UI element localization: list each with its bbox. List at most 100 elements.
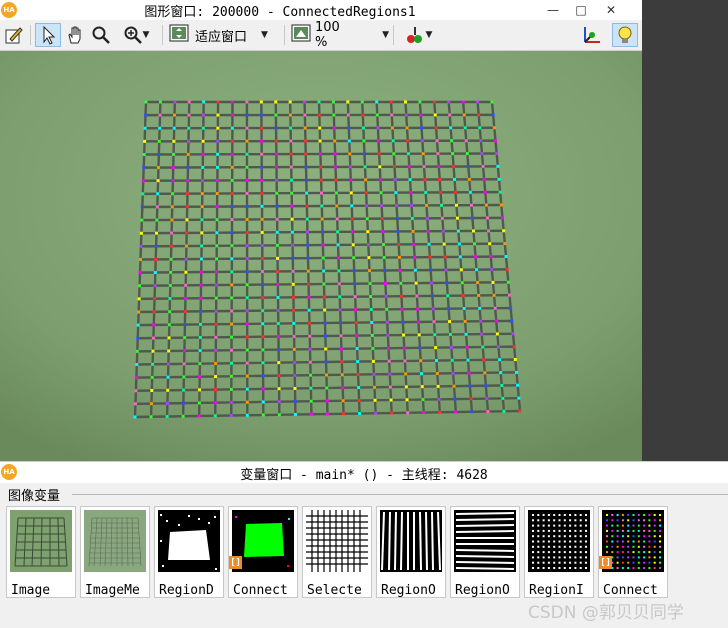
close-button[interactable]: ✕ [596, 0, 626, 20]
connected-region-point [324, 347, 328, 351]
connected-region-point [454, 410, 458, 414]
connected-region-point [383, 281, 387, 285]
connected-region-point [261, 400, 265, 404]
connected-region-point [504, 255, 508, 258]
color-palette-icon[interactable]: ▼ [398, 23, 438, 47]
thumbnail-dot [616, 545, 619, 548]
thumbnail-dot [537, 540, 540, 543]
fit-window-dropdown[interactable]: 适应窗口 ▼ [169, 23, 269, 47]
connected-region-point [479, 319, 483, 323]
connected-region-point [260, 230, 264, 234]
chevron-down-icon[interactable]: ▼ [261, 30, 268, 40]
thumbnail-dot [627, 535, 630, 538]
connected-region-point [366, 243, 370, 247]
magnifier-icon[interactable] [89, 23, 113, 47]
connected-region-point [166, 375, 170, 379]
axis-icon[interactable] [578, 23, 604, 47]
chevron-down-icon[interactable]: ▼ [382, 30, 389, 40]
connected-region-point [170, 231, 174, 235]
connected-region-point [275, 243, 279, 247]
thumbnail-dot [653, 529, 656, 532]
connected-region-point [152, 323, 156, 327]
connected-region-point [199, 309, 203, 313]
thumbnail-dot [637, 561, 640, 564]
thumbnail-dot [532, 551, 534, 554]
maximize-button[interactable]: □ [566, 0, 596, 20]
connected-region-point [305, 204, 309, 208]
zoom-percent-dropdown[interactable]: 100 % ▼ [291, 20, 389, 50]
connected-region-point [471, 229, 475, 233]
minimize-button[interactable]: — [538, 0, 568, 20]
zoom-in-icon[interactable]: ▼ [116, 23, 156, 47]
connected-region-point [499, 203, 503, 207]
connected-region-point [336, 230, 340, 234]
zoom-percent-label: 100 % [315, 20, 340, 50]
variable-thumbnail[interactable]: RegionD [154, 506, 224, 598]
chevron-down-icon[interactable]: ▼ [426, 30, 433, 40]
connected-region-point [229, 387, 233, 391]
connected-region-point [135, 349, 139, 353]
connected-region-point [380, 217, 384, 221]
connected-region-point [450, 139, 454, 143]
image-viewport[interactable] [0, 51, 642, 461]
connected-region-point [498, 358, 502, 362]
connected-region-point [215, 218, 219, 222]
connected-region-point [260, 165, 264, 169]
connected-region-point [158, 100, 162, 104]
thumbnail-dot [637, 524, 640, 527]
connected-region-point [230, 270, 234, 274]
connected-region-point [336, 243, 340, 247]
variable-thumbnail[interactable]: RegionO [450, 506, 520, 598]
chevron-down-icon[interactable]: ▼ [143, 30, 150, 40]
connected-region-point [430, 281, 434, 285]
connected-region-point [183, 310, 187, 313]
connected-region-point [398, 268, 402, 272]
connected-region-point [496, 164, 500, 168]
thumbnail-dot [632, 529, 635, 532]
connected-region-point [308, 360, 312, 364]
variable-thumbnail[interactable]: RegionO [376, 506, 446, 598]
thumbnail-dot [643, 561, 646, 564]
thumbnail-label: RegionI [529, 583, 584, 598]
connected-region-point [448, 320, 452, 324]
connected-region-point [501, 396, 505, 400]
connected-region-point [321, 256, 325, 260]
variable-thumbnail[interactable]: Image [6, 506, 76, 598]
connected-region-point [337, 269, 341, 273]
connected-region-point [229, 400, 233, 404]
connected-region-point [438, 178, 442, 181]
connected-region-point [308, 347, 312, 351]
connected-region-point [183, 296, 187, 300]
lightbulb-icon[interactable] [612, 23, 638, 47]
thumbnail-dot [621, 545, 624, 548]
draw-icon[interactable] [2, 23, 26, 47]
connected-region-point [318, 139, 322, 143]
pointer-icon[interactable] [35, 23, 61, 47]
connected-region-point [427, 242, 431, 246]
variable-thumbnail[interactable]: ImageMe [80, 506, 150, 598]
variable-thumbnail[interactable]: RegionI [524, 506, 594, 598]
connected-region-point [276, 309, 280, 312]
thumbnail-dot [585, 524, 587, 527]
variable-thumbnail[interactable]: [] Connect [598, 506, 668, 598]
connected-region-point [276, 295, 280, 299]
thumbnail-dot [621, 519, 624, 522]
thumbnail-dot [585, 556, 587, 559]
thumbnail-dot [653, 519, 656, 522]
thumbnail-dot [627, 514, 630, 516]
thumbnail-dot [563, 545, 566, 548]
thumbnail-dot [558, 561, 561, 564]
connected-region-point [476, 100, 480, 104]
variable-thumbnail[interactable]: Selecte [302, 506, 372, 598]
connected-region-point [420, 139, 424, 143]
hand-icon[interactable] [63, 23, 87, 47]
thumbnail-label: RegionO [455, 583, 510, 598]
thumbnail-dot [563, 519, 566, 522]
connected-region-point [214, 322, 218, 326]
connected-region-point [347, 139, 351, 143]
connected-region-point [435, 139, 439, 143]
connected-region-point [482, 177, 486, 181]
thumbnail-dot [569, 567, 572, 569]
variable-thumbnail[interactable]: [] Connect [228, 506, 298, 598]
connected-region-point [373, 398, 377, 402]
